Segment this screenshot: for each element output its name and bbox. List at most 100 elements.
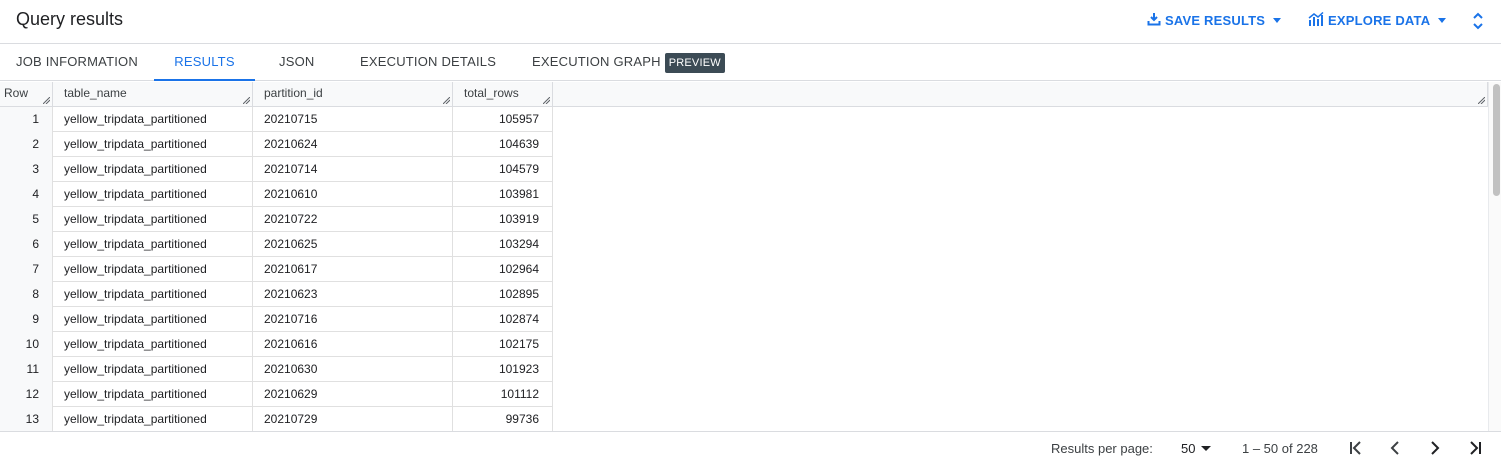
total-rows-cell: 102874 [453,307,553,332]
partition-id-cell: 20210715 [253,107,453,132]
table-row[interactable]: 9 yellow_tripdata_partitioned 20210716 1028… [0,307,553,332]
save-results-button[interactable]: SAVE RESULTS [1147,12,1282,29]
table-row[interactable]: 2 yellow_tripdata_partitioned 20210624 1046… [0,132,553,157]
table-row[interactable]: 8 yellow_tripdata_partitioned 20210623 1028… [0,282,553,307]
total-rows-cell: 101112 [453,382,553,407]
expand-collapse-icon[interactable] [1470,11,1486,31]
table-row[interactable]: 7 yellow_tripdata_partitioned 20210617 1029… [0,257,553,282]
column-header-total-rows[interactable]: total_rows [453,82,553,107]
table-name-cell: yellow_tripdata_partitioned [53,282,253,307]
table-name-cell: yellow_tripdata_partitioned [53,182,253,207]
resize-handle-icon[interactable] [543,97,550,104]
column-header-partition-id[interactable]: partition_id [253,82,453,107]
partition-id-cell: 20210722 [253,207,453,232]
total-rows-cell: 102895 [453,282,553,307]
resize-handle-icon[interactable] [1478,97,1485,104]
table-row[interactable]: 1 yellow_tripdata_partitioned 20210715 1059… [0,107,553,132]
table-row[interactable]: 11 yellow_tripdata_partitioned 20210630 101… [0,357,553,382]
table-name-cell: yellow_tripdata_partitioned [53,232,253,257]
table-row[interactable]: 5 yellow_tripdata_partitioned 20210722 1039… [0,207,553,232]
column-header-label: total_rows [464,86,519,100]
tab-execution-graph[interactable]: EXECUTION GRAPH PREVIEW [532,45,725,81]
row-number-cell: 5 [0,207,53,232]
page-title: Query results [16,9,124,29]
column-header-label: partition_id [264,86,323,100]
table-row[interactable]: 4 yellow_tripdata_partitioned 20210610 1039… [0,182,553,207]
previous-page-icon[interactable] [1386,439,1404,457]
table-name-cell: yellow_tripdata_partitioned [53,107,253,132]
partition-id-cell: 20210617 [253,257,453,282]
partition-id-cell: 20210616 [253,332,453,357]
row-number-cell: 12 [0,382,53,407]
partition-id-cell: 20210610 [253,182,453,207]
total-rows-cell: 104579 [453,157,553,182]
tab-results[interactable]: RESULTS [154,45,255,81]
table-name-cell: yellow_tripdata_partitioned [53,407,253,431]
total-rows-cell: 99736 [453,407,553,431]
partition-id-cell: 20210630 [253,357,453,382]
tab-json[interactable]: JSON [279,45,314,81]
results-tabs: JOB INFORMATION RESULTS JSON EXECUTION D… [0,45,1501,81]
dropdown-arrow-icon [1201,446,1212,451]
total-rows-cell: 103981 [453,182,553,207]
partition-id-cell: 20210624 [253,132,453,157]
partition-id-cell: 20210714 [253,157,453,182]
column-header-table-name[interactable]: table_name [53,82,253,107]
column-header-row[interactable]: Row [0,82,53,107]
last-page-icon[interactable] [1466,439,1484,457]
first-page-icon[interactable] [1347,439,1365,457]
results-per-page-select[interactable]: 50 [1181,441,1212,456]
table-name-cell: yellow_tripdata_partitioned [53,207,253,232]
chevron-down-icon [1273,18,1282,23]
results-header: Query results SAVE RESULTS EXPLORE DATA [0,0,1501,44]
table-row[interactable]: 10 yellow_tripdata_partitioned 20210616 102… [0,332,553,357]
table-row[interactable]: 6 yellow_tripdata_partitioned 20210625 1032… [0,232,553,257]
table-row[interactable]: 12 yellow_tripdata_partitioned 20210629 101… [0,382,553,407]
download-icon [1147,12,1161,29]
table-name-cell: yellow_tripdata_partitioned [53,257,253,282]
chevron-down-icon [1438,18,1447,23]
resize-handle-icon[interactable] [43,97,50,104]
total-rows-cell: 105957 [453,107,553,132]
table-name-cell: yellow_tripdata_partitioned [53,382,253,407]
vertical-scrollbar[interactable] [1488,82,1501,431]
pagination-footer: Results per page: 50 1 – 50 of 228 [0,431,1501,464]
row-number-cell: 2 [0,132,53,157]
next-page-icon[interactable] [1426,439,1444,457]
preview-badge: PREVIEW [664,52,725,73]
chart-icon [1308,11,1324,29]
scrollbar-thumb[interactable] [1493,84,1500,196]
row-number-cell: 8 [0,282,53,307]
table-name-cell: yellow_tripdata_partitioned [53,157,253,182]
results-per-page-label: Results per page: [1051,441,1153,456]
total-rows-cell: 104639 [453,132,553,157]
row-number-cell: 3 [0,157,53,182]
explore-data-label: EXPLORE DATA [1328,13,1431,28]
table-name-cell: yellow_tripdata_partitioned [53,357,253,382]
table-row[interactable]: 13 yellow_tripdata_partitioned 20210729 997… [0,407,553,431]
partition-id-cell: 20210729 [253,407,453,431]
partition-id-cell: 20210623 [253,282,453,307]
tab-job-information[interactable]: JOB INFORMATION [16,45,138,81]
table-row[interactable]: 3 yellow_tripdata_partitioned 20210714 1045… [0,157,553,182]
row-number-cell: 9 [0,307,53,332]
row-number-cell: 4 [0,182,53,207]
results-grid: Row table_name partition_id total_rows 1… [0,82,1501,431]
row-number-cell: 10 [0,332,53,357]
tab-execution-details[interactable]: EXECUTION DETAILS [360,45,496,81]
table-header: Row table_name partition_id total_rows [0,82,1488,107]
total-rows-cell: 102175 [453,332,553,357]
column-header-label: Row [4,86,29,100]
results-per-page-value: 50 [1181,441,1196,456]
partition-id-cell: 20210625 [253,232,453,257]
page-range-text: 1 – 50 of 228 [1242,441,1318,456]
row-number-cell: 6 [0,232,53,257]
explore-data-button[interactable]: EXPLORE DATA [1308,11,1447,29]
resize-handle-icon[interactable] [243,97,250,104]
column-header-filler [553,82,1488,107]
table-body: 1 yellow_tripdata_partitioned 20210715 1059… [0,107,553,431]
resize-handle-icon[interactable] [443,97,450,104]
total-rows-cell: 103919 [453,207,553,232]
column-header-label: table_name [64,86,127,100]
partition-id-cell: 20210716 [253,307,453,332]
